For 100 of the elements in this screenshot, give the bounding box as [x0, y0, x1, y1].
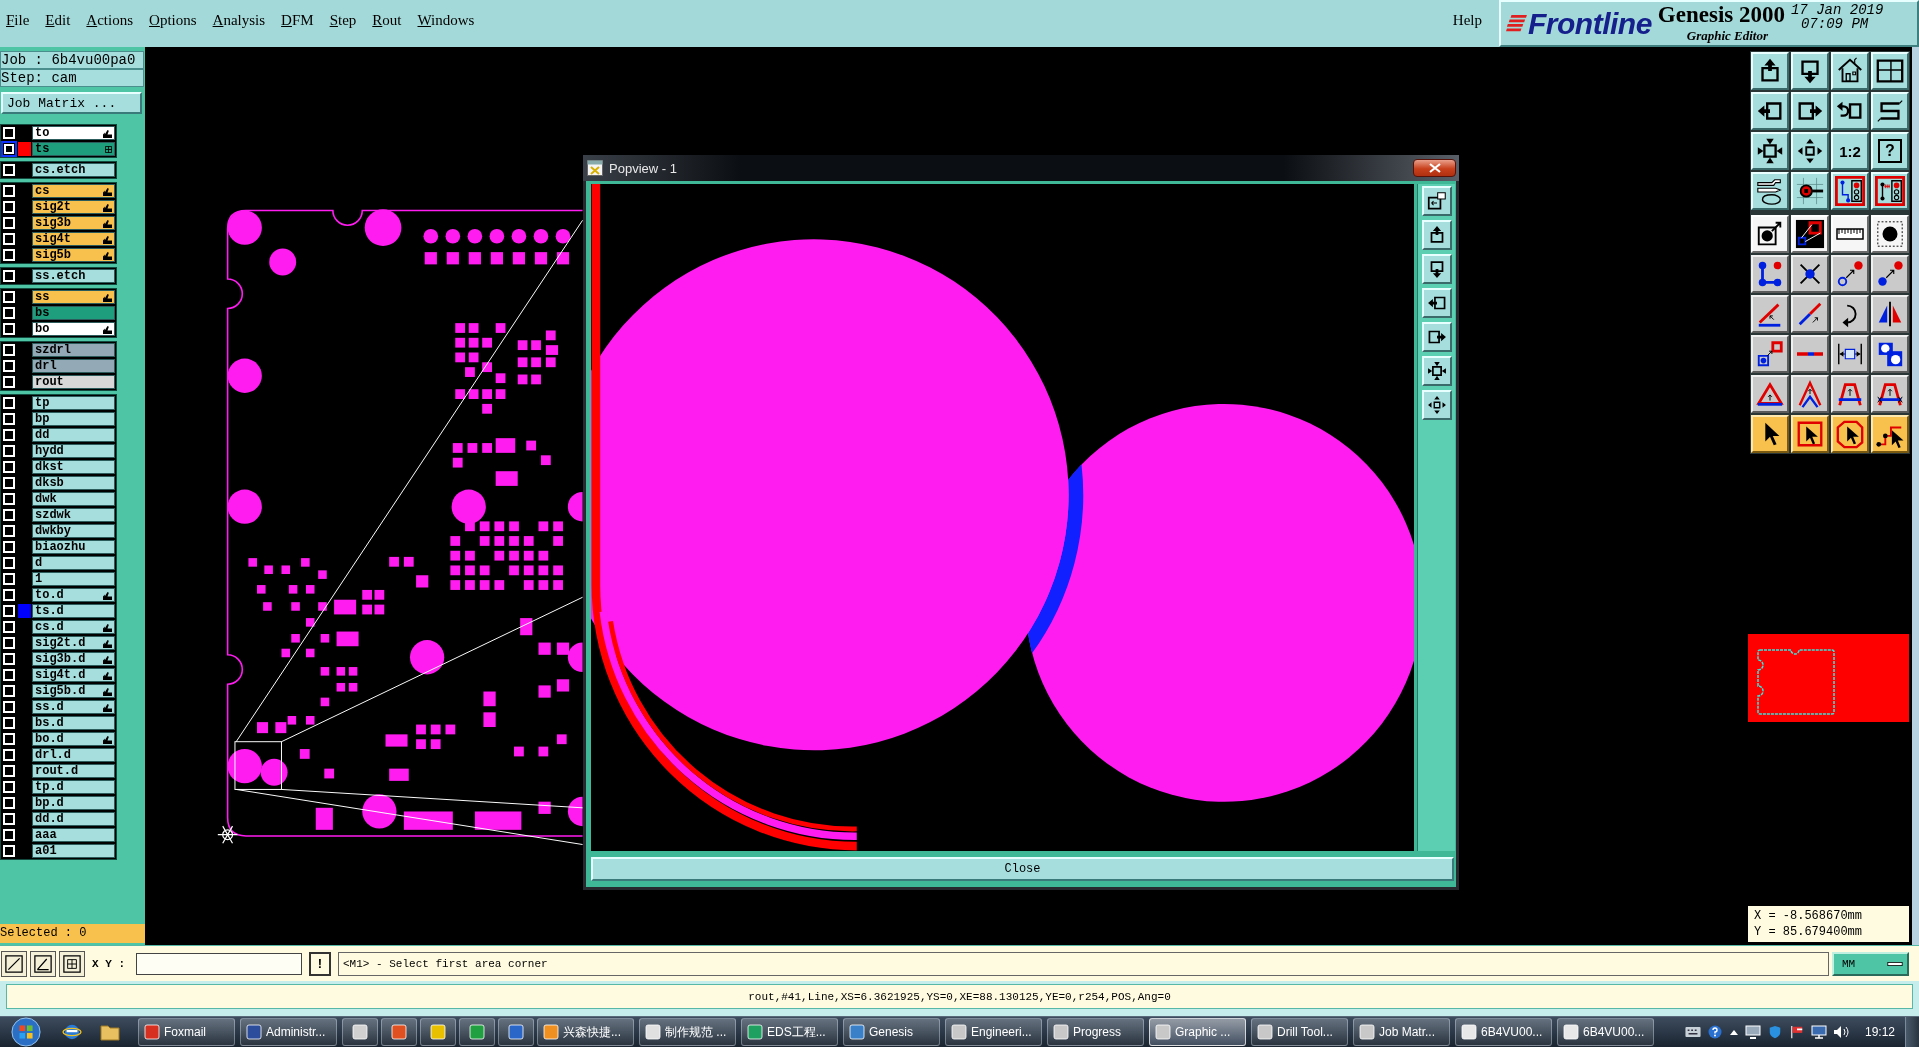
layer-checkbox[interactable]	[3, 605, 15, 617]
layer-name-button[interactable]: rout.d	[32, 764, 115, 778]
layer-name-button[interactable]: d	[32, 556, 115, 570]
taskbar-button[interactable]: Progress	[1047, 1018, 1144, 1046]
layer-checkbox[interactable]	[3, 127, 15, 139]
layer-checkbox[interactable]	[3, 557, 15, 569]
layer-checkbox[interactable]	[3, 653, 15, 665]
layer-name-button[interactable]: tp.d	[32, 780, 115, 794]
taskbar-button[interactable]: Foxmail	[138, 1018, 235, 1046]
layer-name-button[interactable]: cs.etch	[32, 163, 115, 177]
layer-name-button[interactable]: szdrl	[32, 343, 115, 357]
tool-button[interactable]	[30, 950, 56, 977]
layer-name-button[interactable]: bs.d	[32, 716, 115, 730]
layer-checkbox[interactable]	[3, 717, 15, 729]
layer-name-button[interactable]: dd.d	[32, 812, 115, 826]
tool-button[interactable]	[1, 950, 27, 977]
taskbar-button[interactable]: 制作规范 ...	[639, 1018, 736, 1046]
layer-name-button[interactable]: sig5b.d	[32, 684, 115, 698]
scale-button[interactable]: 1:2	[1831, 132, 1869, 170]
layer-name-button[interactable]: drl	[32, 359, 115, 373]
layer-checkbox[interactable]	[3, 621, 15, 633]
menu-item[interactable]: Edit	[45, 11, 71, 29]
layer-checkbox[interactable]	[3, 185, 15, 197]
taskbar-button[interactable]: Graphic ...	[1149, 1018, 1246, 1046]
layer-checkbox[interactable]	[3, 573, 15, 585]
layer-checkbox[interactable]	[3, 493, 15, 505]
layer-checkbox[interactable]	[3, 344, 15, 356]
xy-input-field[interactable]	[136, 952, 302, 975]
layer-name-button[interactable]: dd	[32, 428, 115, 442]
layer-checkbox[interactable]	[3, 217, 15, 229]
menu-item[interactable]: Options	[149, 11, 197, 29]
layer-checkbox[interactable]	[3, 360, 15, 372]
layer-name-button[interactable]: drl.d	[32, 748, 115, 762]
taskbar-button[interactable]	[381, 1018, 417, 1046]
layer-checkbox[interactable]	[3, 781, 15, 793]
layer-name-button[interactable]: ts.d	[32, 604, 115, 618]
layer-name-button[interactable]: dkst	[32, 460, 115, 474]
layer-checkbox[interactable]	[3, 797, 15, 809]
layer-name-button[interactable]: sig2t	[32, 200, 115, 214]
layer-checkbox[interactable]	[3, 445, 15, 457]
taskbar-button[interactable]: Job Matr...	[1353, 1018, 1450, 1046]
layer-name-button[interactable]: sig4t.d	[32, 668, 115, 682]
taskbar-button[interactable]	[459, 1018, 495, 1046]
layer-name-button[interactable]: bs	[32, 306, 115, 320]
layer-checkbox[interactable]	[3, 201, 15, 213]
layer-checkbox[interactable]	[3, 249, 15, 261]
layer-name-button[interactable]: cs.d	[32, 620, 115, 634]
layer-name-button[interactable]: sig4t	[32, 232, 115, 246]
layer-name-button[interactable]: aaa	[32, 828, 115, 842]
layer-name-button[interactable]: ts	[32, 142, 115, 156]
layer-checkbox[interactable]	[3, 376, 15, 388]
layer-checkbox[interactable]	[3, 589, 15, 601]
layer-checkbox[interactable]	[3, 813, 15, 825]
layer-name-button[interactable]: bo	[32, 322, 115, 336]
taskbar-button[interactable]: 6B4VU00...	[1557, 1018, 1654, 1046]
layer-checkbox[interactable]	[3, 509, 15, 521]
layer-name-button[interactable]: 1	[32, 572, 115, 586]
close-button[interactable]: Close	[591, 857, 1454, 881]
menu-item[interactable]: Rout	[372, 11, 402, 29]
layer-name-button[interactable]: ss.d	[32, 700, 115, 714]
layer-checkbox[interactable]	[3, 413, 15, 425]
layer-checkbox[interactable]	[3, 765, 15, 777]
close-button[interactable]	[1413, 159, 1456, 177]
layer-checkbox[interactable]	[3, 541, 15, 553]
layer-checkbox[interactable]	[3, 829, 15, 841]
layer-name-button[interactable]: rout	[32, 375, 115, 389]
layer-checkbox[interactable]	[3, 669, 15, 681]
layer-checkbox[interactable]	[3, 477, 15, 489]
menu-item[interactable]: Actions	[86, 11, 134, 29]
layer-name-button[interactable]: dwkby	[32, 524, 115, 538]
layer-name-button[interactable]: biaozhu	[32, 540, 115, 554]
menu-item[interactable]: Step	[329, 11, 357, 29]
taskbar-button[interactable]: Drill Tool...	[1251, 1018, 1348, 1046]
layer-name-button[interactable]: dksb	[32, 476, 115, 490]
layer-checkbox[interactable]	[3, 525, 15, 537]
show-desktop-button[interactable]	[1905, 1017, 1919, 1047]
layer-name-button[interactable]: ss	[32, 290, 115, 304]
taskbar-button[interactable]	[498, 1018, 534, 1046]
layer-checkbox[interactable]	[3, 637, 15, 649]
taskbar-button[interactable]: 兴森快捷...	[537, 1018, 634, 1046]
layer-checkbox[interactable]	[3, 733, 15, 745]
layer-checkbox[interactable]	[3, 749, 15, 761]
layer-name-button[interactable]: to	[32, 126, 115, 140]
layer-name-button[interactable]: sig3b.d	[32, 652, 115, 666]
taskbar-button[interactable]	[342, 1018, 378, 1046]
taskbar-button[interactable]: EDS工程...	[741, 1018, 838, 1046]
help-button[interactable]: ?	[1871, 132, 1909, 170]
menu-item[interactable]: File	[6, 11, 30, 29]
menu-item[interactable]: Analysis	[212, 11, 266, 29]
layer-name-button[interactable]: szdwk	[32, 508, 115, 522]
units-dropdown[interactable]: MM	[1832, 951, 1909, 976]
layer-name-button[interactable]: to.d	[32, 588, 115, 602]
layer-name-button[interactable]: hydd	[32, 444, 115, 458]
execute-button[interactable]: !	[309, 951, 331, 976]
job-matrix-button[interactable]: Job Matrix ...	[1, 92, 142, 114]
layer-name-button[interactable]: cs	[32, 184, 115, 198]
layer-checkbox[interactable]	[3, 461, 15, 473]
taskbar-button[interactable]: 6B4VU00...	[1455, 1018, 1552, 1046]
tool-button[interactable]	[59, 950, 85, 977]
layer-name-button[interactable]: tp	[32, 396, 115, 410]
